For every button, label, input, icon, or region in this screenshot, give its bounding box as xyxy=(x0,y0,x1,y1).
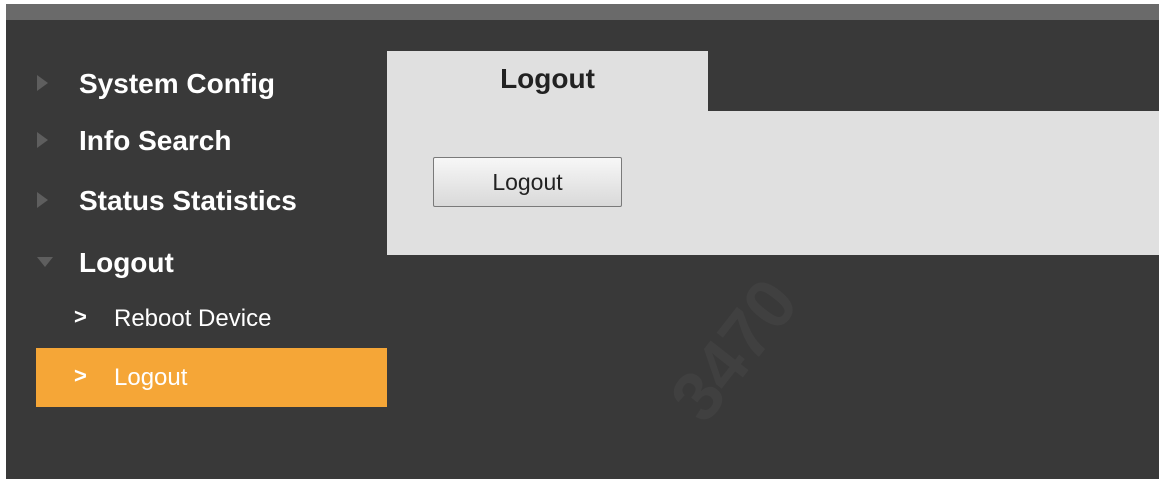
sidebar-group-label: System Config xyxy=(79,68,276,99)
sidebar-group-label: Info Search xyxy=(79,125,232,156)
chevron-right-icon: > xyxy=(74,363,87,388)
top-bar xyxy=(6,4,1159,20)
sidebar-group-label: Logout xyxy=(79,247,174,278)
triangle-right-icon xyxy=(37,192,48,208)
sidebar-group-info-search[interactable]: Info Search xyxy=(6,117,366,159)
sidebar-item-logout[interactable]: > Logout xyxy=(36,348,387,407)
triangle-right-icon xyxy=(37,75,48,91)
sidebar-group-label: Status Statistics xyxy=(79,185,297,216)
tab-logout[interactable]: Logout xyxy=(387,51,708,113)
watermark: 3470 xyxy=(654,264,813,436)
sidebar-group-system-config[interactable]: System Config xyxy=(6,60,366,102)
app-body: 3470 System Config Info Search Status St… xyxy=(6,20,1159,479)
tab-label: Logout xyxy=(500,63,595,94)
app-window: 3470 System Config Info Search Status St… xyxy=(0,0,1159,479)
sidebar-group-status-statistics[interactable]: Status Statistics xyxy=(6,177,366,219)
logout-button[interactable]: Logout xyxy=(433,157,622,207)
triangle-down-icon xyxy=(37,257,53,267)
triangle-right-icon xyxy=(37,132,48,148)
sidebar-group-logout[interactable]: Logout xyxy=(6,239,366,281)
sidebar-item-label: Logout xyxy=(114,364,188,391)
chevron-right-icon: > xyxy=(74,304,87,329)
sidebar-item-reboot-device[interactable]: > Reboot Device xyxy=(36,289,387,348)
sidebar-item-label: Reboot Device xyxy=(114,305,272,332)
content-panel: Logout xyxy=(387,111,1159,255)
